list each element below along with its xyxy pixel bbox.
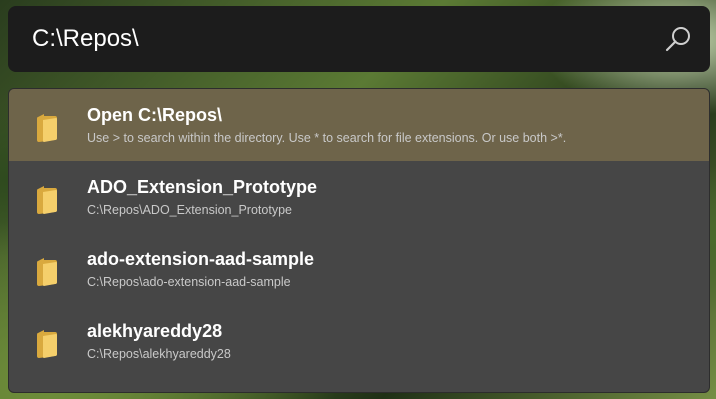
results-list: Open C:\Repos\ Use > to search within th… [8,88,710,393]
folder-icon [37,258,57,286]
folder-icon [37,330,57,358]
result-subtitle: C:\Repos\ADO_Extension_Prototype [87,203,292,217]
result-item-ado-extension-prototype[interactable]: ADO_Extension_Prototype C:\Repos\ADO_Ext… [9,161,709,233]
result-subtitle: C:\Repos\alekhyareddy28 [87,347,231,361]
folder-icon [37,114,57,142]
result-subtitle: C:\Repos\ado-extension-aad-sample [87,275,291,289]
result-item-open-repos[interactable]: Open C:\Repos\ Use > to search within th… [9,89,709,161]
folder-icon [37,186,57,214]
result-subtitle: Use > to search within the directory. Us… [87,131,567,145]
search-bar [8,6,710,72]
result-title: Open C:\Repos\ [87,105,223,125]
result-item-alekhyareddy28[interactable]: alekhyareddy28 C:\Repos\alekhyareddy28 [9,305,709,377]
search-input[interactable] [32,20,632,58]
search-icon[interactable] [664,25,692,53]
result-title: alekhyareddy28 [87,321,223,341]
result-title: ado-extension-aad-sample [87,249,315,269]
result-item-ado-extension-aad-sample[interactable]: ado-extension-aad-sample C:\Repos\ado-ex… [9,233,709,305]
result-title: ADO_Extension_Prototype [87,177,318,197]
